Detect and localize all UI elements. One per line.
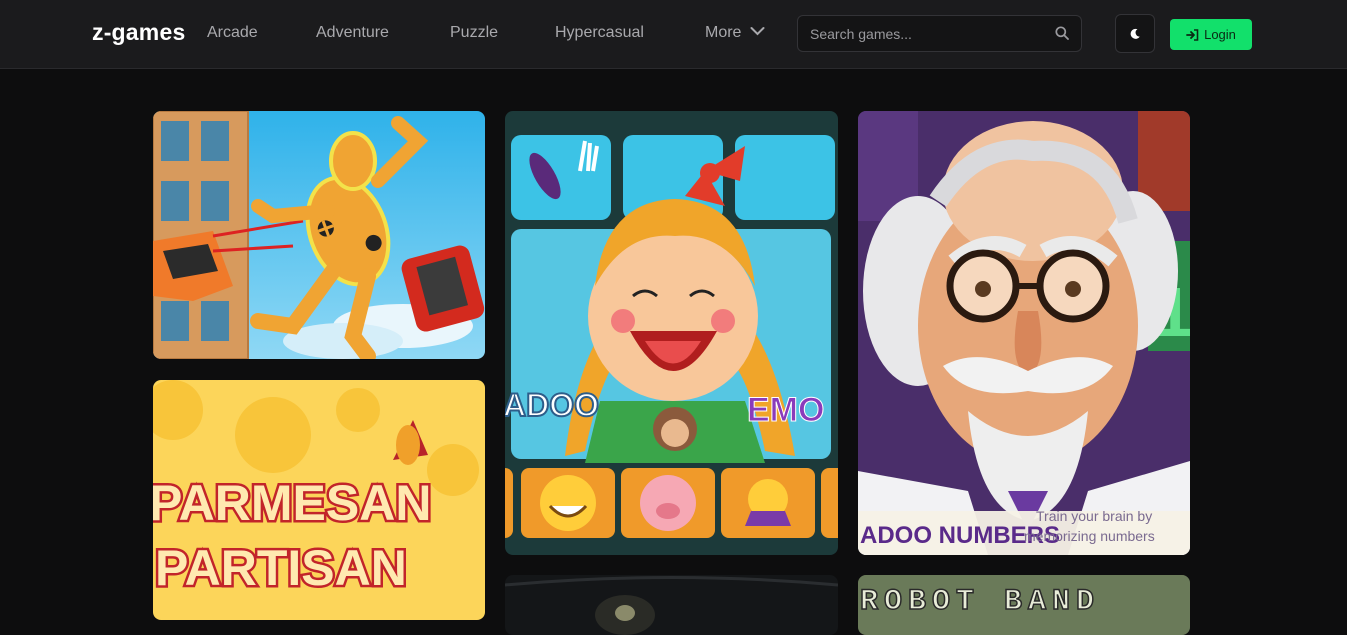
card-tagline-2: memorizing numbers (1024, 528, 1155, 544)
login-button[interactable]: Login (1170, 19, 1252, 50)
search-icon[interactable] (1055, 26, 1069, 40)
game-thumbnail-dark (505, 575, 838, 635)
game-card-crash-dummy[interactable] (153, 111, 485, 359)
nav-more-dropdown[interactable]: More (705, 24, 765, 42)
card-text-right: EMO (747, 391, 824, 429)
card-title-line-1: PARMESAN (153, 475, 431, 531)
login-icon (1186, 28, 1199, 41)
nav-puzzle[interactable]: Puzzle (450, 24, 498, 42)
game-card-numbers[interactable]: 1 ADOO NUMBERS Train your brain by memor… (858, 111, 1190, 555)
moon-icon (1130, 28, 1140, 39)
game-thumbnail-crash-dummy (153, 111, 485, 359)
game-card-emoji-match[interactable]: ADOO EMO (505, 111, 838, 555)
nav-arcade[interactable]: Arcade (207, 24, 258, 42)
card-text-left: ADOO (505, 387, 599, 423)
card-title-robot-band: ROBOT BAND (860, 585, 1100, 619)
nav-more-label: More (705, 24, 742, 41)
game-thumbnail-emoji-match: ADOO EMO (505, 111, 838, 555)
login-label: Login (1204, 27, 1236, 42)
nav-hypercasual[interactable]: Hypercasual (555, 24, 644, 42)
game-thumbnail-numbers: 1 ADOO NUMBERS Train your brain by memor… (858, 111, 1190, 555)
card-title-line-2: PARTISAN (155, 540, 407, 596)
chevron-down-icon (750, 27, 765, 36)
game-thumbnail-parmesan-partisan: PARMESAN PARTISAN (153, 380, 485, 620)
card-tagline-1: Train your brain by (1036, 508, 1152, 524)
game-card-dark[interactable] (505, 575, 838, 635)
top-navbar: z-games Arcade Adventure Puzzle Hypercas… (0, 0, 1347, 69)
theme-toggle-button[interactable] (1115, 14, 1155, 53)
search-box (797, 15, 1082, 52)
game-card-robot-band[interactable]: ROBOT BAND (858, 575, 1190, 635)
nav-adventure[interactable]: Adventure (316, 24, 389, 42)
site-logo[interactable]: z-games (92, 19, 185, 46)
game-thumbnail-robot-band: ROBOT BAND (858, 575, 1190, 635)
game-card-parmesan-partisan[interactable]: PARMESAN PARTISAN (153, 380, 485, 620)
search-input[interactable] (798, 16, 1048, 51)
